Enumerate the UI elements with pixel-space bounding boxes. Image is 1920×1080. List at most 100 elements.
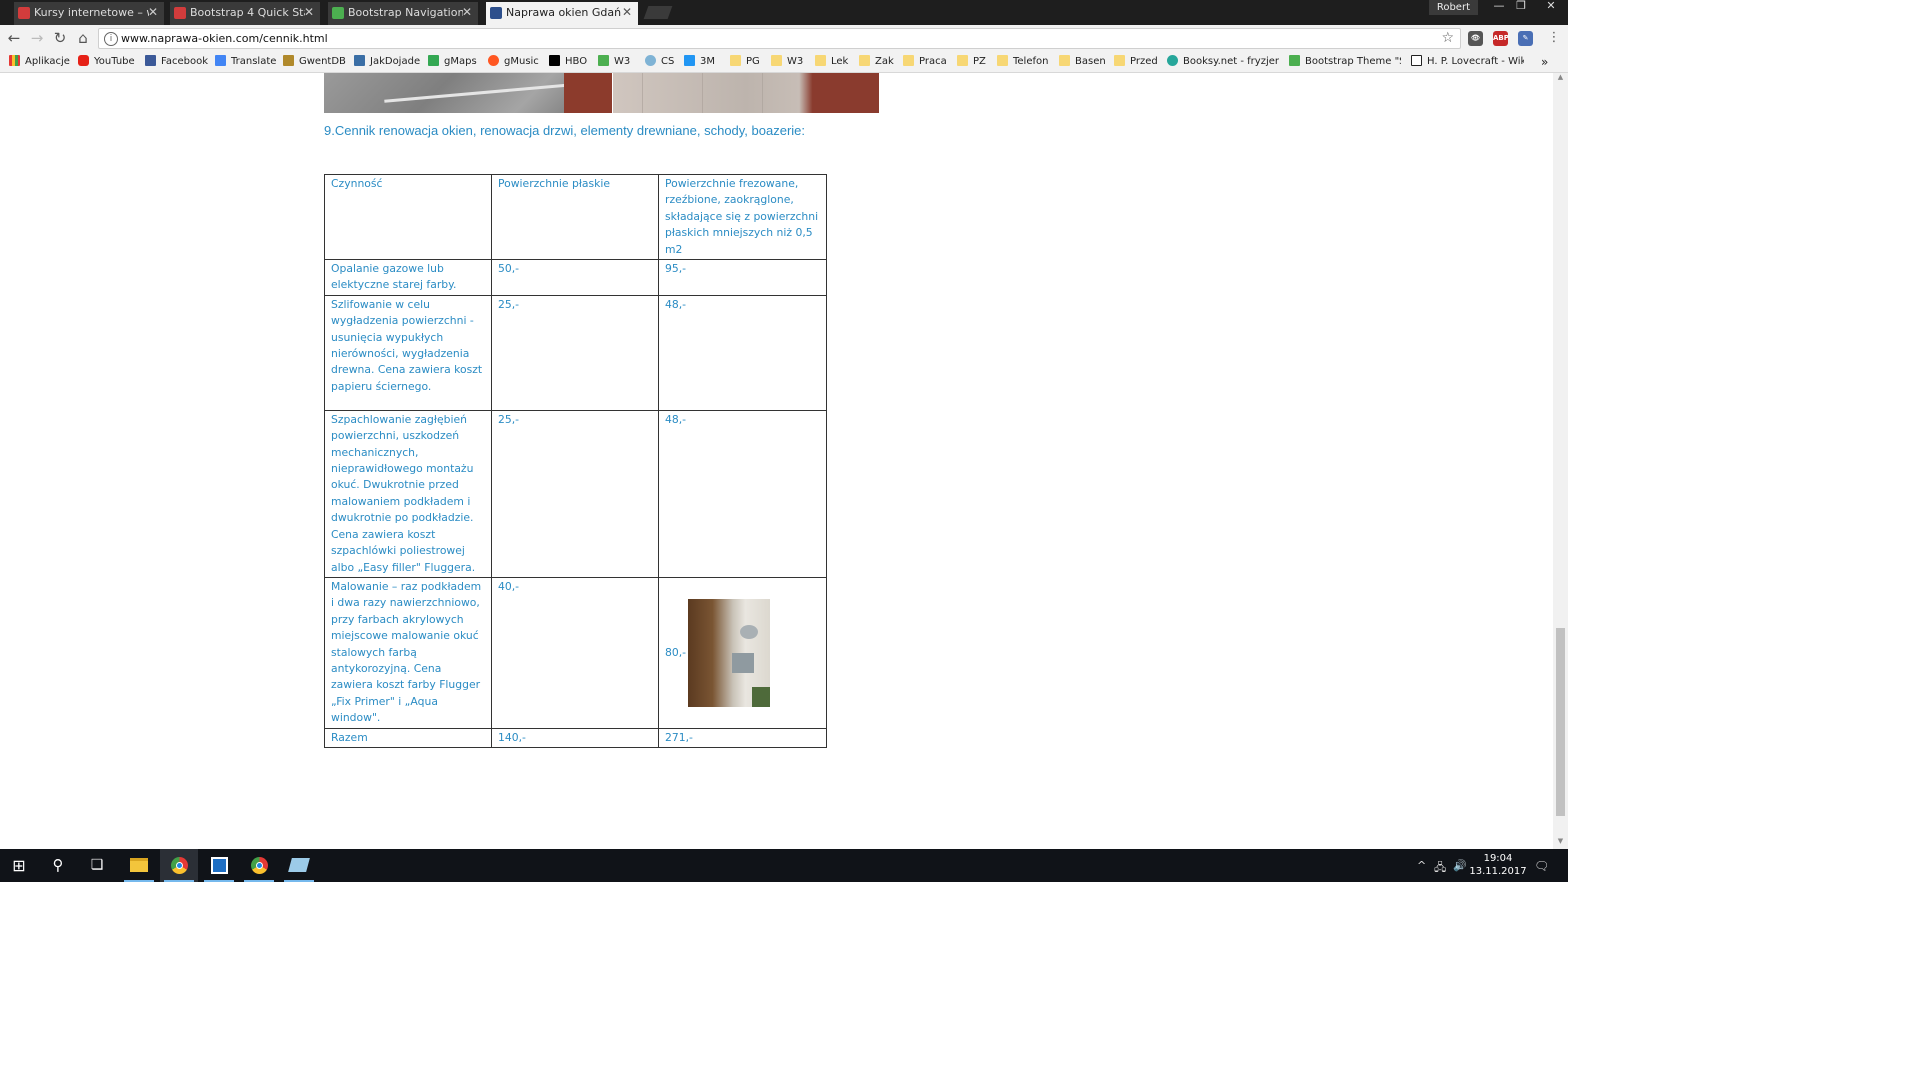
total-flat: 140,- (491, 727, 659, 748)
photo-left (324, 73, 612, 113)
bookmark-folder-lek[interactable]: Lek (815, 55, 848, 69)
chrome-icon[interactable] (160, 849, 198, 882)
page-scrollbar[interactable]: ▲ ▼ (1553, 73, 1568, 849)
w3-icon (598, 55, 609, 66)
bookmark-folder-basen[interactable]: Basen (1059, 55, 1106, 69)
cs-icon (645, 55, 656, 66)
bookmark-folder-zak[interactable]: Zak (859, 55, 894, 69)
bookmark-label: PG (746, 56, 760, 67)
bookmark-jakdojade[interactable]: JakDojade (354, 55, 420, 69)
bookmark-lovecraft[interactable]: H. P. Lovecraft - Wiki (1411, 55, 1524, 69)
bookmark-translate[interactable]: Translate (215, 55, 276, 69)
bookmark-bootstrap-theme[interactable]: Bootstrap Theme "Sir (1289, 55, 1401, 69)
volume-icon[interactable]: 🔊 (1453, 859, 1467, 872)
bookmark-facebook[interactable]: Facebook (145, 55, 208, 69)
table-total-row: Razem 140,- 271,- (324, 727, 827, 748)
taskbar: ⊞ ⚲ ❏ ^ 🖧 🔊 19:04 13.11.2017 🗨 (0, 849, 1568, 882)
pen-app-icon[interactable] (280, 849, 318, 882)
bookmark-label: HBO (565, 56, 588, 67)
folder-icon (1114, 55, 1125, 66)
menu-icon[interactable]: ⋮ (1545, 30, 1563, 48)
folder-icon (771, 55, 782, 66)
bookmark-label: JakDojade (370, 56, 421, 67)
tray-chevron-icon[interactable]: ^ (1417, 859, 1426, 872)
bookmark-label: W3 (614, 56, 631, 67)
pen-extension-icon[interactable]: ✎ (1518, 31, 1533, 46)
file-explorer-icon[interactable] (120, 849, 158, 882)
close-icon[interactable]: ✕ (462, 2, 472, 23)
folder-icon (859, 55, 870, 66)
chrome-icon[interactable] (240, 849, 278, 882)
back-button[interactable]: ← (5, 30, 23, 48)
bookmarks-overflow-button[interactable]: » (1541, 55, 1548, 69)
home-button[interactable]: ⌂ (74, 30, 92, 48)
bookmark-aplikacje[interactable]: Aplikacje (9, 55, 70, 69)
folder-icon (815, 55, 826, 66)
bookmark-gwentdb[interactable]: GwentDB (283, 55, 346, 69)
bookmark-label: Booksy.net - fryzjerzy (1183, 56, 1279, 67)
bookmark-folder-praca[interactable]: Praca (903, 55, 947, 69)
reload-button[interactable]: ↻ (51, 30, 69, 48)
close-icon[interactable]: ✕ (148, 2, 158, 23)
bookmark-folder-w3[interactable]: W3 (771, 55, 803, 69)
table-cell: 48,- (658, 409, 827, 578)
bookmark-youtube[interactable]: YouTube (78, 55, 135, 69)
new-tab-button[interactable] (643, 6, 673, 19)
close-icon[interactable]: ✕ (304, 2, 314, 23)
tab-bootstrap-quickstart[interactable]: Bootstrap 4 Quick Start: ✕ (170, 2, 320, 25)
tab-title: Bootstrap Navigation Bar (348, 6, 463, 19)
translate-icon (215, 55, 226, 66)
url-text[interactable]: www.naprawa-okien.com/cennik.html (121, 32, 328, 45)
bookmark-label: H. P. Lovecraft - Wiki (1427, 56, 1524, 67)
profile-button[interactable]: Robert (1428, 0, 1478, 15)
bookmark-cs[interactable]: CS (645, 55, 674, 69)
notification-icon[interactable]: 🗨 (1534, 859, 1549, 873)
window-close-button[interactable]: ✕ (1540, 0, 1562, 14)
apps-grid-icon (9, 55, 20, 66)
header-cell: Powierzchnie płaskie (491, 173, 659, 261)
forward-button[interactable]: → (28, 30, 46, 48)
w3-icon (1289, 55, 1300, 66)
bookmark-folder-pg[interactable]: PG (730, 55, 760, 69)
bookmark-label: PZ (973, 56, 986, 67)
restore-button[interactable]: ❐ (1510, 0, 1532, 14)
address-bar[interactable]: i www.naprawa-okien.com/cennik.html ☆ (98, 28, 1461, 49)
minimize-button[interactable]: — (1488, 0, 1510, 14)
bookmark-folder-pz[interactable]: PZ (957, 55, 986, 69)
bookmark-label: Zak (875, 56, 894, 67)
bookmark-gmaps[interactable]: gMaps (428, 55, 477, 69)
scroll-down-icon[interactable]: ▼ (1553, 837, 1568, 849)
tab-favicon-icon (174, 7, 186, 19)
tab-kursy[interactable]: Kursy internetowe – w ka ✕ (14, 2, 164, 25)
photo-right (613, 73, 879, 113)
scroll-up-icon[interactable]: ▲ (1553, 73, 1568, 85)
bookmark-3m[interactable]: 3M (684, 55, 715, 69)
folder-icon (730, 55, 741, 66)
bookmark-booksy[interactable]: Booksy.net - fryzjerzy (1167, 55, 1279, 69)
tab-title: Kursy internetowe – w ka (34, 6, 149, 19)
bookmark-gmusic[interactable]: gMusic (488, 55, 539, 69)
bookmark-label: Bootstrap Theme "Sir (1305, 56, 1401, 67)
start-button[interactable]: ⊞ (0, 849, 38, 882)
tab-naprawa-okien[interactable]: Naprawa okien Gdańsk ( ✕ (486, 2, 638, 25)
notes-app-icon[interactable] (200, 849, 238, 882)
clock[interactable]: 19:04 13.11.2017 (1468, 852, 1528, 878)
adblock-icon[interactable]: ABP (1493, 31, 1509, 46)
bookmark-folder-przed[interactable]: Przed (1114, 55, 1158, 69)
task-view-icon[interactable]: ❏ (78, 849, 116, 882)
bookmark-star-icon[interactable]: ☆ (1441, 30, 1454, 46)
close-icon[interactable]: ✕ (622, 2, 632, 23)
3m-icon (684, 55, 695, 66)
tab-strip: Kursy internetowe – w ka ✕ Bootstrap 4 Q… (0, 0, 1568, 25)
bookmark-folder-telefon[interactable]: Telefon (997, 55, 1048, 69)
site-info-icon[interactable]: i (104, 32, 118, 46)
extension-eye-icon[interactable]: 👁 (1468, 31, 1483, 46)
network-icon[interactable]: 🖧 (1434, 859, 1446, 878)
hbo-icon (549, 55, 560, 66)
bookmark-hbo[interactable]: HBO (549, 55, 587, 69)
bookmark-label: Basen (1075, 56, 1106, 67)
scroll-thumb[interactable] (1556, 628, 1565, 816)
bookmark-w3[interactable]: W3 (598, 55, 630, 69)
tab-bootstrap-navbar[interactable]: Bootstrap Navigation Bar ✕ (328, 2, 478, 25)
search-icon[interactable]: ⚲ (39, 849, 77, 882)
